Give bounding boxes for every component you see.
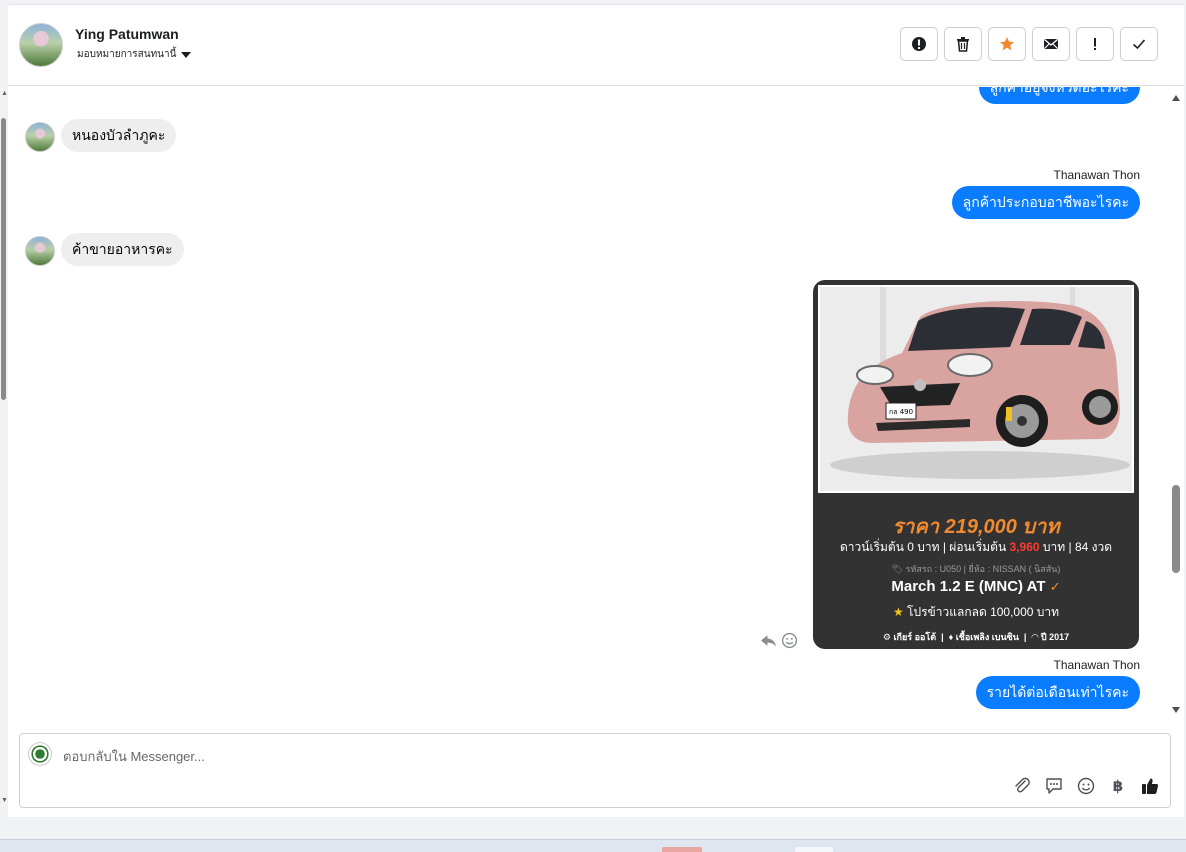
car-model: March 1.2 E (MNC) AT ✓ <box>813 578 1139 595</box>
caret-down-icon <box>181 51 192 58</box>
sender-name: Thanawan Thon <box>1053 168 1140 182</box>
spec-year: ปี 2017 <box>1040 632 1070 642</box>
spec-gear: เกียร์ ออโต้ <box>893 632 937 642</box>
outgoing-message[interactable]: รายได้ต่อเดือนเท่าไรคะ <box>975 676 1140 709</box>
down-suffix: บาท | 84 งวด <box>1042 540 1113 554</box>
car-illustration: กล 490 <box>820 287 1132 491</box>
contact-name[interactable]: Ying Patumwan <box>75 26 179 42</box>
assign-conversation-dropdown[interactable]: มอบหมายการสนทนานี้ <box>77 47 192 62</box>
car-code-text: รหัสรถ : U050 | ยี่ห้อ : NISSAN ( นิสสัน… <box>905 564 1061 574</box>
calendar-icon: ◠ <box>1031 632 1039 642</box>
car-specs: ⚙ เกียร์ ออโต้ | ♦ เชื้อเพลิง เบนซิน | ◠… <box>882 632 1070 642</box>
emoji-icon[interactable] <box>1076 776 1096 796</box>
star-button[interactable] <box>988 27 1026 61</box>
contact-avatar[interactable] <box>19 23 63 67</box>
scroll-down-icon[interactable] <box>1172 707 1180 713</box>
assign-label: มอบหมายการสนทนานี้ <box>77 49 177 60</box>
thread-scroll-thumb[interactable] <box>1172 485 1180 573</box>
outgoing-message[interactable]: ลูกค้าประกอบอาชีพอะไรคะ <box>951 186 1140 219</box>
star-icon: ★ <box>892 605 904 619</box>
taskbar-app-item[interactable] <box>795 847 833 852</box>
outgoing-message[interactable]: ลูกค้าอยู่จังหวัดอะไรคะ <box>978 87 1140 104</box>
check-icon <box>1132 39 1146 50</box>
car-down-payment: ดาวน์เริ่มต้น 0 บาท | ผ่อนเริ่มต้น 3,960… <box>813 538 1139 557</box>
mark-unread-button[interactable] <box>1032 27 1070 61</box>
conversation-actions <box>900 27 1158 61</box>
thumbs-up-icon[interactable] <box>1140 776 1160 796</box>
follow-up-button[interactable] <box>1076 27 1114 61</box>
fuel-icon: ♦ <box>948 632 954 642</box>
car-promo: ★ โปรข้าวแลกลด 100,000 บาท <box>813 603 1139 622</box>
scroll-up-icon[interactable] <box>1172 95 1180 101</box>
spec-fuel: เชื้อเพลิง เบนซิน <box>955 632 1019 642</box>
composer-tools: ฿ <box>1012 776 1160 796</box>
emoji-react-icon[interactable] <box>781 632 798 649</box>
contact-avatar-small <box>25 236 55 266</box>
page-avatar <box>28 742 52 766</box>
conversation-header: Ying Patumwan มอบหมายการสนทนานี้ <box>8 5 1184 86</box>
message-reactions <box>760 632 798 649</box>
alert-circle-icon <box>912 37 926 51</box>
car-model-text: March 1.2 E (MNC) AT <box>891 578 1046 595</box>
reply-composer: ฿ <box>19 733 1171 808</box>
star-icon <box>1000 37 1014 51</box>
trash-icon <box>957 37 969 52</box>
reply-icon[interactable] <box>760 632 777 649</box>
taskbar-app-item[interactable] <box>662 847 702 852</box>
monthly-amount: 3,960 <box>1009 540 1040 554</box>
paperclip-icon[interactable] <box>1012 776 1032 796</box>
incoming-message[interactable]: ค้าขายอาหารคะ <box>61 233 184 266</box>
car-photo: กล 490 <box>818 285 1134 493</box>
contact-avatar-small <box>25 122 55 152</box>
delete-button[interactable] <box>944 27 982 61</box>
gear-icon: ⚙ <box>882 632 891 642</box>
car-promo-text: โปรข้าวแลกลด 100,000 บาท <box>907 605 1060 619</box>
exclamation-icon <box>1094 38 1096 50</box>
scroll-up-icon[interactable]: ▲ <box>1 90 8 98</box>
incoming-message[interactable]: หนองบัวลำภูคะ <box>61 119 177 152</box>
saved-replies-icon[interactable] <box>1044 776 1064 796</box>
os-taskbar <box>0 839 1186 852</box>
page-scroll-thumb[interactable] <box>1 118 6 400</box>
car-code: 🏷 รหัสรถ : U050 | ยี่ห้อ : NISSAN ( นิสส… <box>813 562 1139 576</box>
car-listing-image[interactable]: กล 490 ราคา 219,000 บาท ดาวน์เริ่มต้น 0 … <box>813 280 1139 649</box>
payment-baht-icon[interactable]: ฿ <box>1108 777 1128 795</box>
conversation-panel: Ying Patumwan มอบหมายการสนทนานี้ ลูกค้าอ… <box>8 4 1184 817</box>
envelope-icon <box>1044 38 1058 49</box>
scroll-down-icon[interactable]: ▼ <box>1 797 8 805</box>
spam-button[interactable] <box>900 27 938 61</box>
page-scrollbar[interactable]: ▲ ▼ <box>0 90 8 810</box>
mark-done-button[interactable] <box>1120 27 1158 61</box>
sender-name: Thanawan Thon <box>1053 658 1140 672</box>
down-prefix: ดาวน์เริ่มต้น 0 บาท | ผ่อนเริ่มต้น <box>839 540 1007 554</box>
reply-input[interactable] <box>63 746 1153 766</box>
thread-scrollbar[interactable] <box>1170 87 1182 719</box>
message-thread[interactable]: ลูกค้าอยู่จังหวัดอะไรคะ หนองบัวลำภูคะ Th… <box>8 87 1170 719</box>
license-plate: กล 490 <box>889 408 913 416</box>
tag-icon: 🏷 <box>891 564 906 574</box>
verified-check-icon: ✓ <box>1049 579 1061 594</box>
